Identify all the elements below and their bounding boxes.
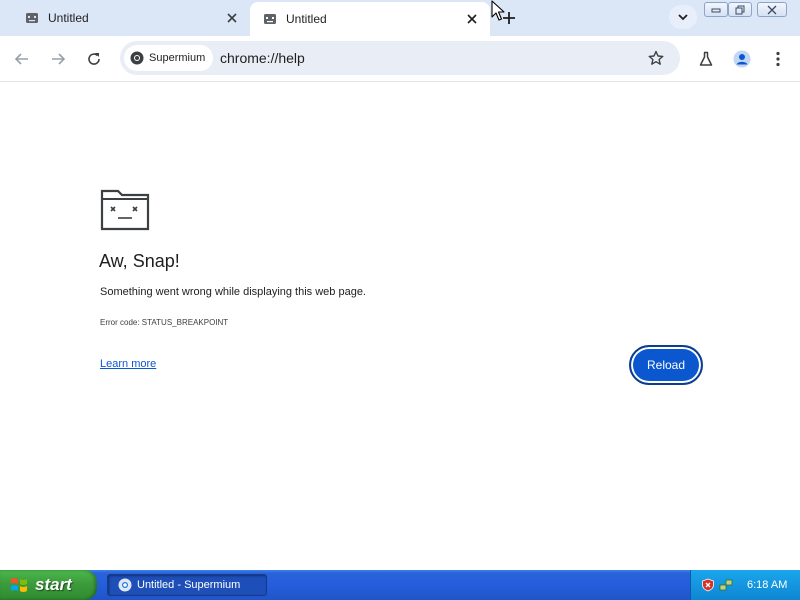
taskbar: start Untitled - Supermium 6:18 AM (0, 570, 800, 600)
network-icon[interactable] (719, 578, 733, 592)
minimize-icon (711, 8, 721, 12)
tab-title: Untitled (286, 12, 327, 26)
tab-untitled-2[interactable]: Untitled (250, 2, 490, 36)
back-button[interactable] (8, 45, 36, 73)
reload-page-button[interactable]: Reload (629, 345, 703, 385)
sad-tab-icon (100, 187, 150, 231)
close-tab-icon[interactable] (464, 11, 480, 27)
restore-button[interactable] (728, 2, 752, 17)
windows-logo-icon (11, 578, 27, 592)
page-content: Aw, Snap! Something went wrong while dis… (0, 82, 800, 570)
chromium-logo-icon (130, 51, 144, 65)
security-shield-icon[interactable] (701, 578, 715, 592)
kebab-menu-icon (776, 51, 780, 67)
error-headline: Aw, Snap! (99, 251, 180, 271)
star-icon (648, 50, 664, 65)
start-button[interactable]: start (0, 570, 97, 600)
desktop-screen: Untitled Untitled Supermium chrome://hel… (0, 0, 800, 600)
start-label: start (35, 575, 72, 594)
learn-more-link[interactable]: Learn more (100, 358, 156, 370)
error-code: Error code: STATUS_BREAKPOINT (100, 318, 229, 327)
reload-icon (88, 53, 100, 65)
browser-app-icon (118, 578, 132, 592)
address-bar[interactable]: Supermium chrome://help (120, 41, 680, 75)
close-icon (767, 5, 777, 14)
error-message: Something went wrong while displaying th… (100, 286, 366, 298)
chevron-down-icon (678, 14, 688, 21)
restore-icon (735, 5, 745, 14)
close-tab-icon[interactable] (224, 10, 240, 26)
mouse-cursor-icon (491, 0, 507, 22)
taskbar-window-item[interactable]: Untitled - Supermium (107, 574, 267, 596)
main-menu-button[interactable] (764, 45, 792, 73)
tab-strip: Untitled Untitled (0, 0, 800, 36)
tab-title: Untitled (48, 11, 89, 25)
url-text[interactable]: chrome://help (220, 41, 305, 75)
system-tray: 6:18 AM (690, 570, 800, 600)
profile-button[interactable] (728, 45, 756, 73)
back-arrow-icon (14, 53, 28, 65)
reload-button[interactable] (80, 45, 108, 73)
clock: 6:18 AM (747, 579, 788, 591)
bookmark-star-button[interactable] (644, 46, 668, 70)
forward-button[interactable] (44, 45, 72, 73)
tab-untitled-1[interactable]: Untitled (0, 0, 250, 36)
labs-button[interactable] (692, 45, 720, 73)
close-window-button[interactable] (757, 2, 787, 17)
minimize-button[interactable] (704, 2, 728, 17)
tab-search-button[interactable] (669, 5, 697, 29)
flask-icon (699, 51, 713, 66)
browser-toolbar: Supermium chrome://help (0, 36, 800, 82)
profile-icon (733, 50, 751, 68)
taskbar-window-label: Untitled - Supermium (137, 579, 241, 591)
sad-tab-favicon-icon (25, 11, 39, 25)
sad-tab-favicon-icon (263, 12, 277, 26)
forward-arrow-icon (52, 53, 66, 65)
chip-label: Supermium (149, 52, 206, 64)
site-info-chip[interactable]: Supermium (124, 45, 214, 71)
